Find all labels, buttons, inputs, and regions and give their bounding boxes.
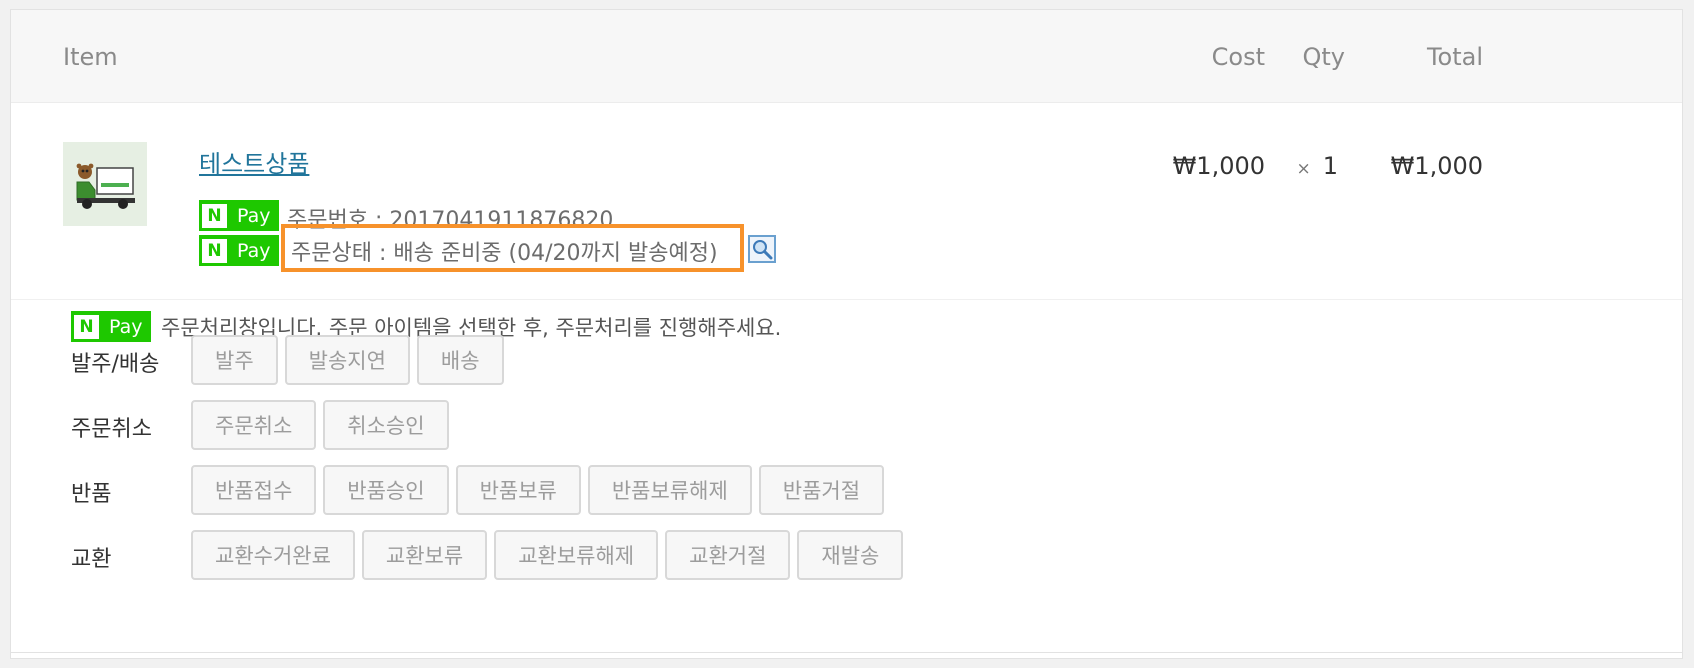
status-lookup-button[interactable]: [748, 235, 776, 263]
product-thumbnail[interactable]: [63, 142, 147, 226]
npay-badge: N Pay: [71, 311, 151, 342]
approve-return-button[interactable]: 반품승인: [323, 465, 449, 515]
table-row: 테스트상품 N Pay 주문번호 : 2017041911876820 N Pa…: [11, 104, 1682, 300]
return-button-group: 반품접수 반품승인 반품보류 반품보류해제 반품거절: [191, 465, 891, 515]
reject-exchange-button[interactable]: 교환거절: [665, 530, 791, 580]
receive-return-button[interactable]: 반품접수: [191, 465, 317, 515]
group-label-cancel: 주문취소: [71, 417, 152, 442]
ship-button[interactable]: 배송: [416, 335, 504, 385]
group-label-exchange: 교환: [71, 547, 112, 572]
header-cost: Cost: [1211, 43, 1265, 71]
delivery-truck-icon: [76, 163, 135, 209]
npay-badge: N Pay: [199, 200, 279, 231]
header-qty: Qty: [1302, 43, 1345, 71]
item-total: ₩1,000: [1390, 152, 1483, 180]
header-total: Total: [1426, 43, 1483, 71]
cancel-order-button[interactable]: 주문취소: [191, 400, 317, 450]
item-qty: × 1: [1296, 152, 1338, 180]
group-label-shipping: 발주/배송: [71, 352, 160, 377]
hold-exchange-button[interactable]: 교환보류: [361, 530, 488, 580]
release-return-hold-button[interactable]: 반품보류해제: [587, 465, 752, 515]
hold-return-button[interactable]: 반품보류: [455, 465, 581, 515]
npay-n-logo: N: [202, 238, 227, 263]
order-status: 주문상태 : 배송 준비중 (04/20까지 발송예정): [291, 241, 718, 266]
npay-pay-label: Pay: [237, 239, 271, 262]
magnifier-icon: [753, 240, 773, 260]
npay-n-logo: N: [202, 203, 227, 228]
exchange-button-group: 교환수거완료 교환보류 교환보류해제 교환거절 재발송: [191, 530, 910, 580]
cancel-button-group: 주문취소 취소승인: [191, 400, 456, 450]
table-header: Item Cost Qty Total: [11, 10, 1682, 103]
approve-cancel-button[interactable]: 취소승인: [323, 400, 449, 450]
item-cost: ₩1,000: [1172, 152, 1265, 180]
divider: [11, 652, 1682, 653]
qty-times-symbol: ×: [1296, 159, 1311, 179]
shipping-button-group: 발주 발송지연 배송: [191, 335, 511, 385]
group-label-return: 반품: [71, 482, 112, 507]
npay-badge: N Pay: [199, 235, 279, 266]
header-item: Item: [63, 43, 118, 71]
order-items-panel: Item Cost Qty Total 테스트상품 N Pay 주문번호: 2…: [10, 9, 1683, 659]
npay-pay-label: Pay: [109, 315, 143, 338]
exchange-pickup-complete-button[interactable]: 교환수거완료: [191, 530, 355, 580]
npay-n-logo: N: [74, 314, 99, 339]
release-exchange-hold-button[interactable]: 교환보류해제: [494, 530, 659, 580]
delay-shipping-button[interactable]: 발송지연: [284, 335, 410, 385]
reship-button[interactable]: 재발송: [797, 530, 904, 580]
npay-pay-label: Pay: [237, 204, 271, 227]
product-name-link[interactable]: 테스트상품: [199, 144, 309, 179]
place-order-button[interactable]: 발주: [191, 335, 278, 385]
reject-return-button[interactable]: 반품거절: [758, 465, 885, 515]
qty-value: 1: [1322, 152, 1338, 180]
